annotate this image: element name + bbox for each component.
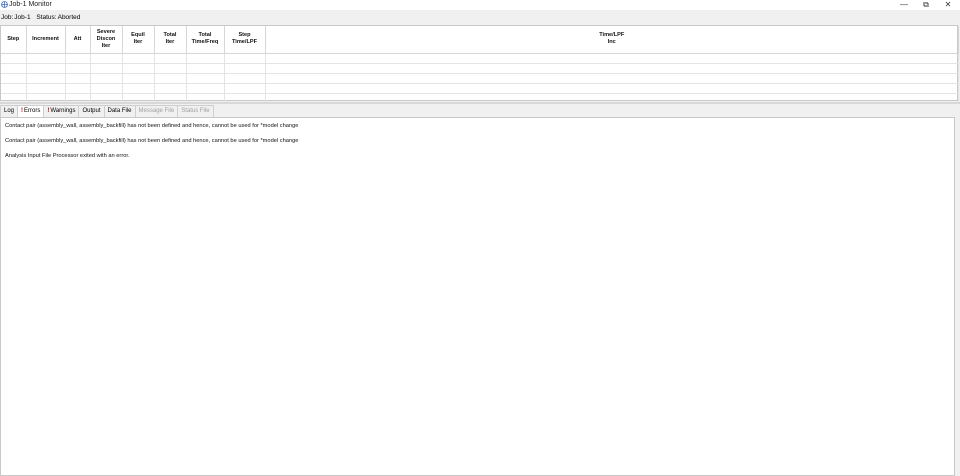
grid-cell	[90, 83, 123, 94]
close-button[interactable]: ✕	[941, 0, 955, 10]
tab-label: Output	[82, 108, 101, 114]
grid-cell	[154, 83, 187, 94]
grid-cell	[224, 53, 266, 64]
tab-output[interactable]: Output	[78, 105, 105, 117]
column-header[interactable]: Increment	[26, 26, 66, 54]
splitter[interactable]	[0, 102, 960, 104]
grid-header-row: Step Increment Att Severe Discon Iter Equil …	[1, 26, 959, 54]
grid-cell	[224, 63, 266, 74]
job-name: Job-1	[14, 14, 31, 21]
grid-cell	[265, 53, 959, 64]
errors-panel: Contact pair (assembly_wall, assembly_ba…	[0, 117, 955, 476]
grid-row	[1, 73, 959, 84]
job-status: Aborted	[57, 14, 81, 21]
title-bar: Job-1 Monitor — ⧉ ✕	[0, 0, 960, 10]
tab-label: Log	[4, 108, 15, 114]
grid-cell	[26, 83, 66, 94]
grid-row	[1, 83, 959, 94]
tab-label: Status File	[181, 108, 210, 114]
column-header[interactable]: Total Time/Freq	[186, 26, 225, 54]
window-title: Job-1 Monitor	[9, 1, 52, 8]
grid-cell	[65, 73, 91, 84]
grid-cell	[122, 63, 155, 74]
grid-cell	[154, 63, 187, 74]
grid-cell	[1, 63, 27, 74]
tab-data-file[interactable]: Data File	[103, 105, 136, 117]
tab-label: Message File	[138, 108, 175, 114]
grid-cell	[90, 73, 123, 84]
progress-grid: Step Increment Att Severe Discon Iter Equil …	[0, 25, 959, 104]
job-status-line: Job:Job-1 Status:Aborted	[1, 13, 84, 23]
column-header[interactable]: Time/LPF Inc	[265, 26, 959, 54]
status-label: Status:	[36, 14, 57, 21]
grid-cell	[224, 73, 266, 84]
error-message: Contact pair (assembly_wall, assembly_ba…	[5, 138, 299, 144]
tab-label: Data File	[107, 108, 132, 114]
tab-message-file: Message File	[134, 105, 179, 117]
job-label: Job:	[1, 14, 14, 21]
grid-cell	[65, 83, 91, 94]
grid-cell	[154, 73, 187, 84]
grid-cell	[26, 53, 66, 64]
grid-cell	[65, 63, 91, 74]
minimize-button[interactable]: —	[897, 0, 911, 10]
grid-cell	[1, 73, 27, 84]
restore-button[interactable]: ⧉	[919, 0, 933, 10]
grid-row	[1, 53, 959, 64]
grid-cell	[90, 63, 123, 74]
tab-log[interactable]: Log	[0, 105, 19, 117]
tab-label: Errors	[24, 108, 41, 114]
grid-cell	[224, 83, 266, 94]
column-header[interactable]: Severe Discon Iter	[90, 26, 123, 54]
grid-cell	[1, 53, 27, 64]
grid-cell	[154, 53, 187, 64]
grid-cell	[122, 73, 155, 84]
app-icon	[1, 1, 8, 8]
grid-cell	[1, 83, 27, 94]
grid-cell	[26, 63, 66, 74]
grid-cell	[122, 53, 155, 64]
grid-cell	[186, 73, 225, 84]
tab-errors[interactable]: !Errors	[17, 105, 45, 117]
grid-cell	[90, 53, 123, 64]
column-header[interactable]: Att	[65, 26, 91, 54]
error-message: Contact pair (assembly_wall, assembly_ba…	[5, 123, 299, 129]
grid-row	[1, 63, 959, 74]
grid-cell	[122, 83, 155, 94]
grid-cell	[265, 73, 959, 84]
column-header[interactable]: Total Iter	[154, 26, 187, 54]
grid-cell	[265, 63, 959, 74]
grid-cell	[265, 83, 959, 94]
grid-body	[1, 53, 959, 104]
column-header[interactable]: Equil Iter	[122, 26, 155, 54]
tab-status-file: Status File	[177, 105, 214, 117]
error-marker-icon: !	[21, 108, 24, 114]
error-message: Analysis Input File Processor exited wit…	[5, 153, 130, 159]
grid-cell	[186, 53, 225, 64]
grid-cell	[186, 63, 225, 74]
tab-bar: Log !Errors !Warnings Output Data File Messag…	[0, 105, 214, 117]
column-header[interactable]: Step	[1, 26, 27, 54]
grid-cell	[26, 73, 66, 84]
tab-label: Warnings	[50, 108, 76, 114]
column-header[interactable]: Step Time/LPF	[224, 26, 266, 54]
tab-warnings[interactable]: !Warnings	[43, 105, 80, 117]
grid-cell	[65, 53, 91, 64]
grid-cell	[186, 83, 225, 94]
